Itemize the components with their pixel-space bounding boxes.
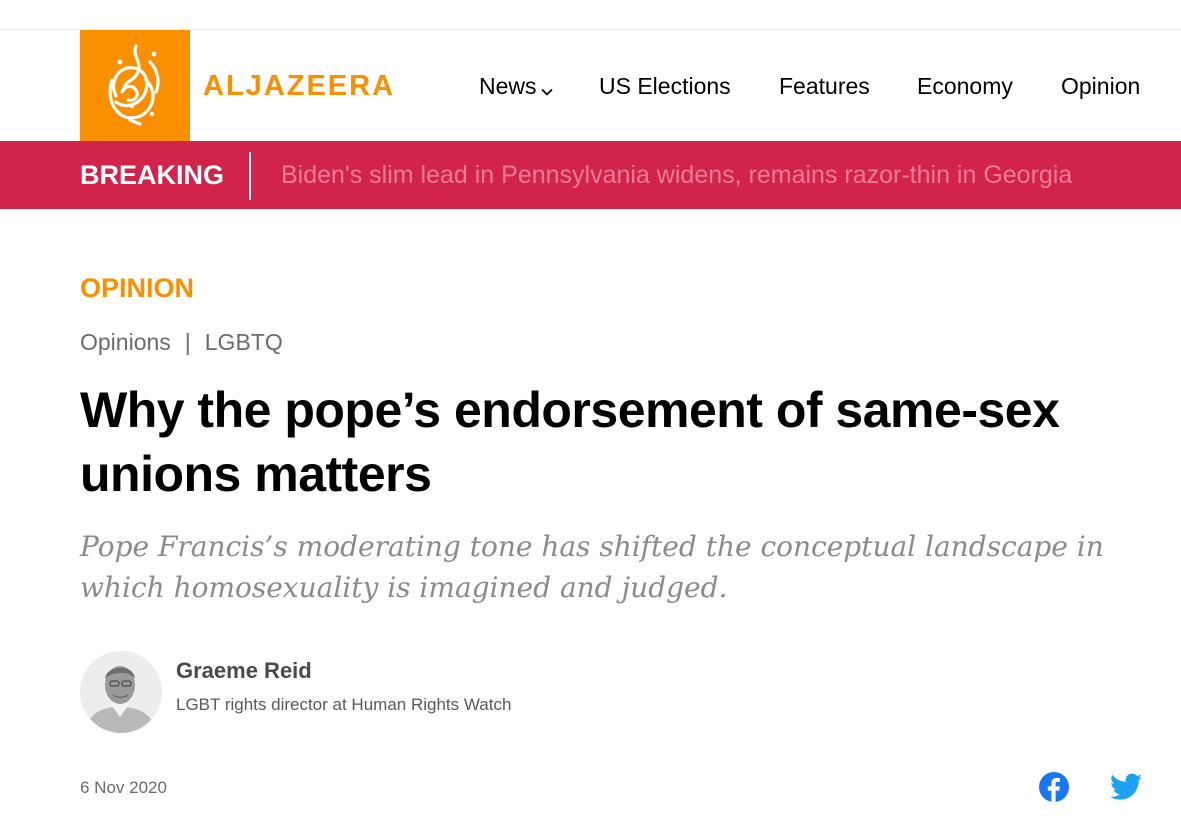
nav-item-us-elections[interactable]: US Elections	[599, 70, 731, 102]
nav-item-news[interactable]: News	[479, 70, 553, 104]
author-portrait-icon	[80, 651, 162, 733]
article-tags: Opinions | LGBTQ	[80, 327, 283, 357]
breaking-news-bar: BREAKING Biden's slim lead in Pennsylvan…	[0, 141, 1181, 209]
site-header: ALJAZEERA News US Elections Features Eco…	[0, 30, 1181, 141]
article-date: 6 Nov 2020	[80, 778, 167, 797]
tag-separator: |	[184, 329, 191, 355]
author-role: LGBT rights director at Human Rights Wat…	[176, 695, 512, 714]
avatar	[80, 651, 162, 733]
breaking-headline-link[interactable]: Biden's slim lead in Pennsylvania widens…	[281, 159, 1072, 191]
article-kicker: OPINION	[80, 273, 195, 303]
nav-item-label: News	[479, 73, 537, 99]
chevron-down-icon	[540, 72, 553, 104]
main-nav: News US Elections Features Economy Opini…	[0, 70, 1181, 102]
article-standfirst: Pope Francis’s moderating tone has shift…	[80, 530, 1104, 604]
author-name-link[interactable]: Graeme Reid	[176, 657, 312, 685]
nav-item-economy[interactable]: Economy	[917, 70, 1013, 102]
breaking-label: BREAKING	[80, 160, 225, 190]
tag-lgbtq[interactable]: LGBTQ	[205, 329, 283, 355]
twitter-icon[interactable]	[1110, 772, 1142, 802]
article-headline: Why the pope’s endorsement of same-sex u…	[80, 382, 1060, 502]
nav-item-opinion[interactable]: Opinion	[1061, 70, 1140, 102]
nav-item-features[interactable]: Features	[779, 70, 870, 102]
facebook-icon[interactable]	[1039, 772, 1069, 802]
tag-opinions[interactable]: Opinions	[80, 329, 171, 355]
breaking-divider	[249, 152, 251, 200]
